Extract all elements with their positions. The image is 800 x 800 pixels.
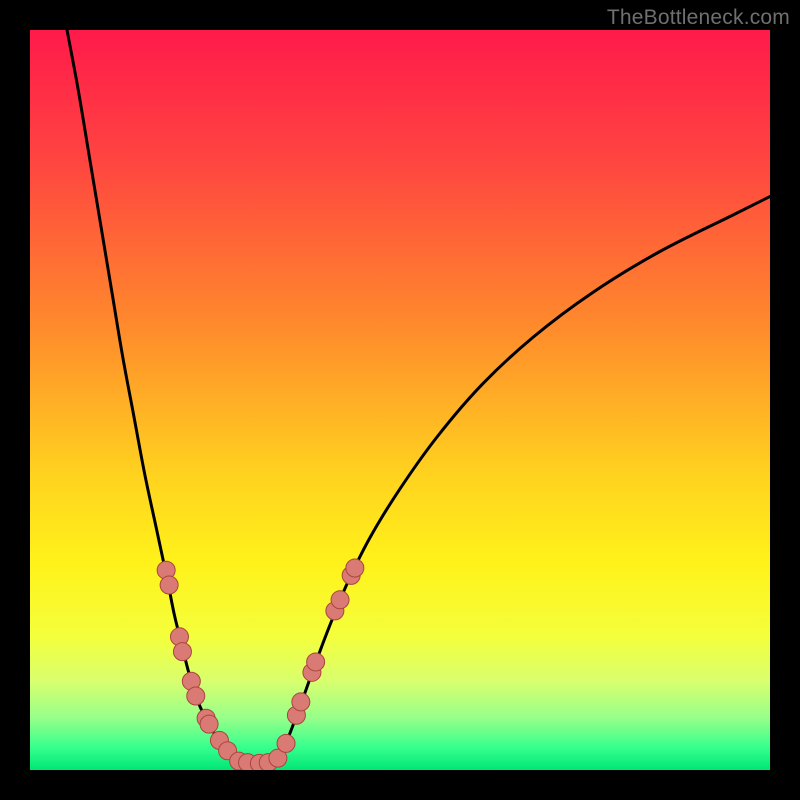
watermark-label: TheBottleneck.com bbox=[607, 6, 790, 30]
curve-left-branch bbox=[67, 30, 241, 763]
data-markers bbox=[157, 559, 364, 770]
outer-frame: TheBottleneck.com bbox=[0, 0, 800, 800]
data-marker bbox=[160, 576, 178, 594]
plot-area bbox=[30, 30, 770, 770]
data-marker bbox=[200, 715, 218, 733]
data-marker bbox=[346, 559, 364, 577]
chart-svg bbox=[30, 30, 770, 770]
data-marker bbox=[292, 693, 310, 711]
data-marker bbox=[277, 734, 295, 752]
data-marker bbox=[187, 687, 205, 705]
curve-right-branch bbox=[274, 197, 770, 763]
data-marker bbox=[331, 591, 349, 609]
data-marker bbox=[307, 653, 325, 671]
data-marker bbox=[173, 643, 191, 661]
